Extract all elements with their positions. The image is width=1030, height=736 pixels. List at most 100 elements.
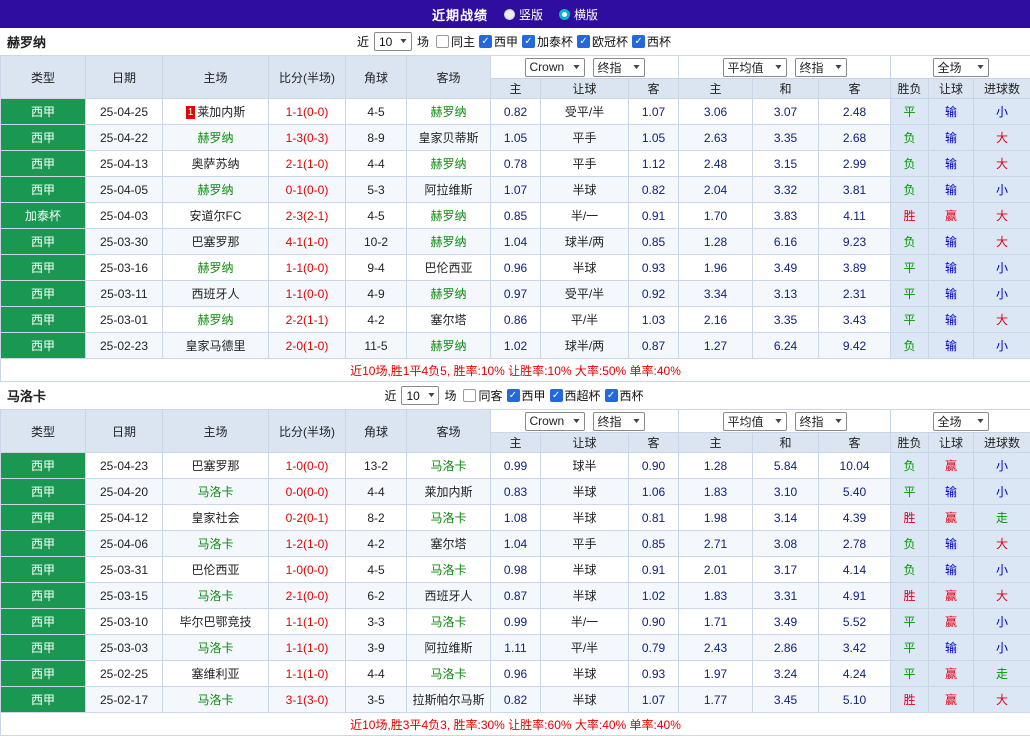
radio-icon[interactable] <box>559 8 570 20</box>
home-team-link[interactable]: 马洛卡 <box>197 589 233 603</box>
home-team-link[interactable]: 皇家马德里 <box>185 339 245 353</box>
summary-row: 近10场,胜3平4负3, 胜率:30% 让胜率:60% 大率:40% 单率:40… <box>0 712 1030 736</box>
away-team-link[interactable]: 赫罗纳 <box>430 157 466 171</box>
away-team-link[interactable]: 赫罗纳 <box>430 287 466 301</box>
filter-checkbox-1[interactable]: ✓ 西甲 <box>506 387 546 404</box>
filter-checkbox-2[interactable]: ✓ 加泰杯 <box>522 33 573 50</box>
radio-vertical-layout[interactable]: 竖版 <box>503 6 543 23</box>
home-team-link[interactable]: 安道尔FC <box>190 209 242 223</box>
checkbox-icon[interactable]: ✓ <box>577 35 591 48</box>
avg-source-select[interactable]: 平均值 ▼ <box>722 411 787 431</box>
avg-time-select[interactable]: 终指 ▼ <box>794 411 847 431</box>
live-badge: 1 <box>185 106 196 119</box>
radio-icon[interactable] <box>503 8 515 20</box>
away-team-link[interactable]: 马洛卡 <box>430 563 466 577</box>
odds-time-select[interactable]: 终指 ▼ <box>592 57 645 77</box>
result-cell: 负 <box>890 332 930 359</box>
bookmaker-select[interactable]: Crown ▼ <box>524 411 585 431</box>
checkbox-icon[interactable]: ✓ <box>478 35 492 48</box>
crown-home-odds-cell: 0.96 <box>490 254 541 281</box>
away-team-link[interactable]: 马洛卡 <box>430 459 466 473</box>
crown-home-odds-cell: 0.99 <box>490 608 541 635</box>
filter-checkbox-3[interactable]: ✓ 西杯 <box>604 387 644 404</box>
home-team-cell: 皇家马德里 <box>162 332 269 359</box>
away-team-link[interactable]: 巴伦西亚 <box>424 261 472 275</box>
home-team-link[interactable]: 马洛卡 <box>197 485 233 499</box>
checkbox-icon[interactable] <box>463 389 477 402</box>
filter-checkbox-2[interactable]: ✓ 西超杯 <box>549 387 601 404</box>
home-team-cell: 马洛卡 <box>162 530 269 557</box>
away-team-link[interactable]: 皇家贝蒂斯 <box>418 131 478 145</box>
subcol-goals: 进球数 <box>973 78 1030 99</box>
checkbox-icon[interactable]: ✓ <box>522 35 535 48</box>
checkbox-icon[interactable]: ✓ <box>632 35 646 48</box>
home-team-link[interactable]: 赫罗纳 <box>197 261 233 275</box>
filter-checkbox-0[interactable]: 同客 <box>463 387 503 404</box>
home-team-cell: 安道尔FC <box>162 202 269 229</box>
home-team-link[interactable]: 巴伦西亚 <box>191 563 239 577</box>
checkbox-icon[interactable] <box>435 35 449 48</box>
home-team-link[interactable]: 马洛卡 <box>197 641 233 655</box>
home-team-link[interactable]: 西班牙人 <box>191 287 239 301</box>
checkbox-icon[interactable]: ✓ <box>549 389 563 402</box>
avg-draw-odds-cell: 3.14 <box>752 504 820 531</box>
crown-home-odds-cell: 1.04 <box>490 530 541 557</box>
avg-draw-odds-cell: 3.49 <box>752 608 820 635</box>
home-team-link[interactable]: 皇家社会 <box>191 511 239 525</box>
avg-source-select[interactable]: 平均值 ▼ <box>722 57 787 77</box>
away-team-link[interactable]: 阿拉维斯 <box>424 183 472 197</box>
date-cell: 25-04-20 <box>85 478 163 505</box>
away-team-link[interactable]: 莱加内斯 <box>424 485 472 499</box>
score-cell: 2-2(1-1) <box>268 306 346 333</box>
filter-checkbox-0[interactable]: 同主 <box>435 33 475 50</box>
radio-horizontal-layout[interactable]: 横版 <box>559 6 598 23</box>
match-row: 西甲 25-03-01 赫罗纳 2-2(1-1) 4-2 塞尔塔 0.86 平/半 1.03 2.… <box>0 306 1030 333</box>
away-team-link[interactable]: 西班牙人 <box>424 589 472 603</box>
match-count-select[interactable]: 10 ▼ <box>401 386 440 405</box>
home-team-cell: 1 莱加内斯 <box>162 98 269 125</box>
home-team-cell: 巴塞罗那 <box>162 228 269 255</box>
away-team-link[interactable]: 塞尔塔 <box>430 537 466 551</box>
away-team-link[interactable]: 赫罗纳 <box>430 209 466 223</box>
home-team-link[interactable]: 赫罗纳 <box>197 183 233 197</box>
filter-checkbox-1[interactable]: ✓ 西甲 <box>478 33 518 50</box>
away-team-link[interactable]: 赫罗纳 <box>430 105 466 119</box>
away-team-link[interactable]: 塞尔塔 <box>430 313 466 327</box>
home-team-link[interactable]: 巴塞罗那 <box>191 459 239 473</box>
date-cell: 25-04-13 <box>85 150 163 177</box>
home-team-link[interactable]: 马洛卡 <box>197 537 233 551</box>
avg-away-odds-cell: 2.68 <box>818 124 892 151</box>
col-header-corner: 角球 <box>345 55 407 99</box>
match-count-select[interactable]: 10 ▼ <box>373 32 412 51</box>
away-team-link[interactable]: 马洛卡 <box>430 615 466 629</box>
home-team-link[interactable]: 巴塞罗那 <box>191 235 239 249</box>
away-team-link[interactable]: 赫罗纳 <box>430 235 466 249</box>
away-team-link[interactable]: 马洛卡 <box>430 511 466 525</box>
home-team-link[interactable]: 奥萨苏纳 <box>191 157 239 171</box>
avg-time-select[interactable]: 终指 ▼ <box>794 57 847 77</box>
result-cell: 平 <box>890 280 930 307</box>
scope-select[interactable]: 全场 ▼ <box>932 411 989 431</box>
date-cell: 25-03-10 <box>85 608 163 635</box>
home-team-link[interactable]: 毕尔巴鄂竞技 <box>179 615 251 629</box>
away-team-link[interactable]: 阿拉维斯 <box>424 641 472 655</box>
away-team-link[interactable]: 拉斯帕尔马斯 <box>412 693 484 707</box>
home-team-link[interactable]: 马洛卡 <box>197 693 233 707</box>
odds-time-select[interactable]: 终指 ▼ <box>592 411 645 431</box>
home-team-link[interactable]: 莱加内斯 <box>197 105 245 119</box>
away-team-link[interactable]: 马洛卡 <box>430 667 466 681</box>
corners-cell: 8-9 <box>345 124 407 151</box>
away-team-cell: 赫罗纳 <box>406 98 491 125</box>
home-team-link[interactable]: 赫罗纳 <box>197 131 233 145</box>
scope-select[interactable]: 全场 ▼ <box>932 57 989 77</box>
filter-checkbox-4[interactable]: ✓ 西杯 <box>632 33 671 50</box>
handicap-cell: 球半/两 <box>540 332 629 359</box>
checkbox-icon[interactable]: ✓ <box>604 389 618 402</box>
filter-checkbox-3[interactable]: ✓ 欧冠杯 <box>577 33 628 50</box>
home-team-link[interactable]: 赫罗纳 <box>197 313 233 327</box>
checkbox-icon[interactable]: ✓ <box>506 389 520 402</box>
away-team-link[interactable]: 赫罗纳 <box>430 339 466 353</box>
home-team-link[interactable]: 塞维利亚 <box>191 667 239 681</box>
crown-home-odds-cell: 0.83 <box>490 478 541 505</box>
bookmaker-select[interactable]: Crown ▼ <box>524 57 585 77</box>
